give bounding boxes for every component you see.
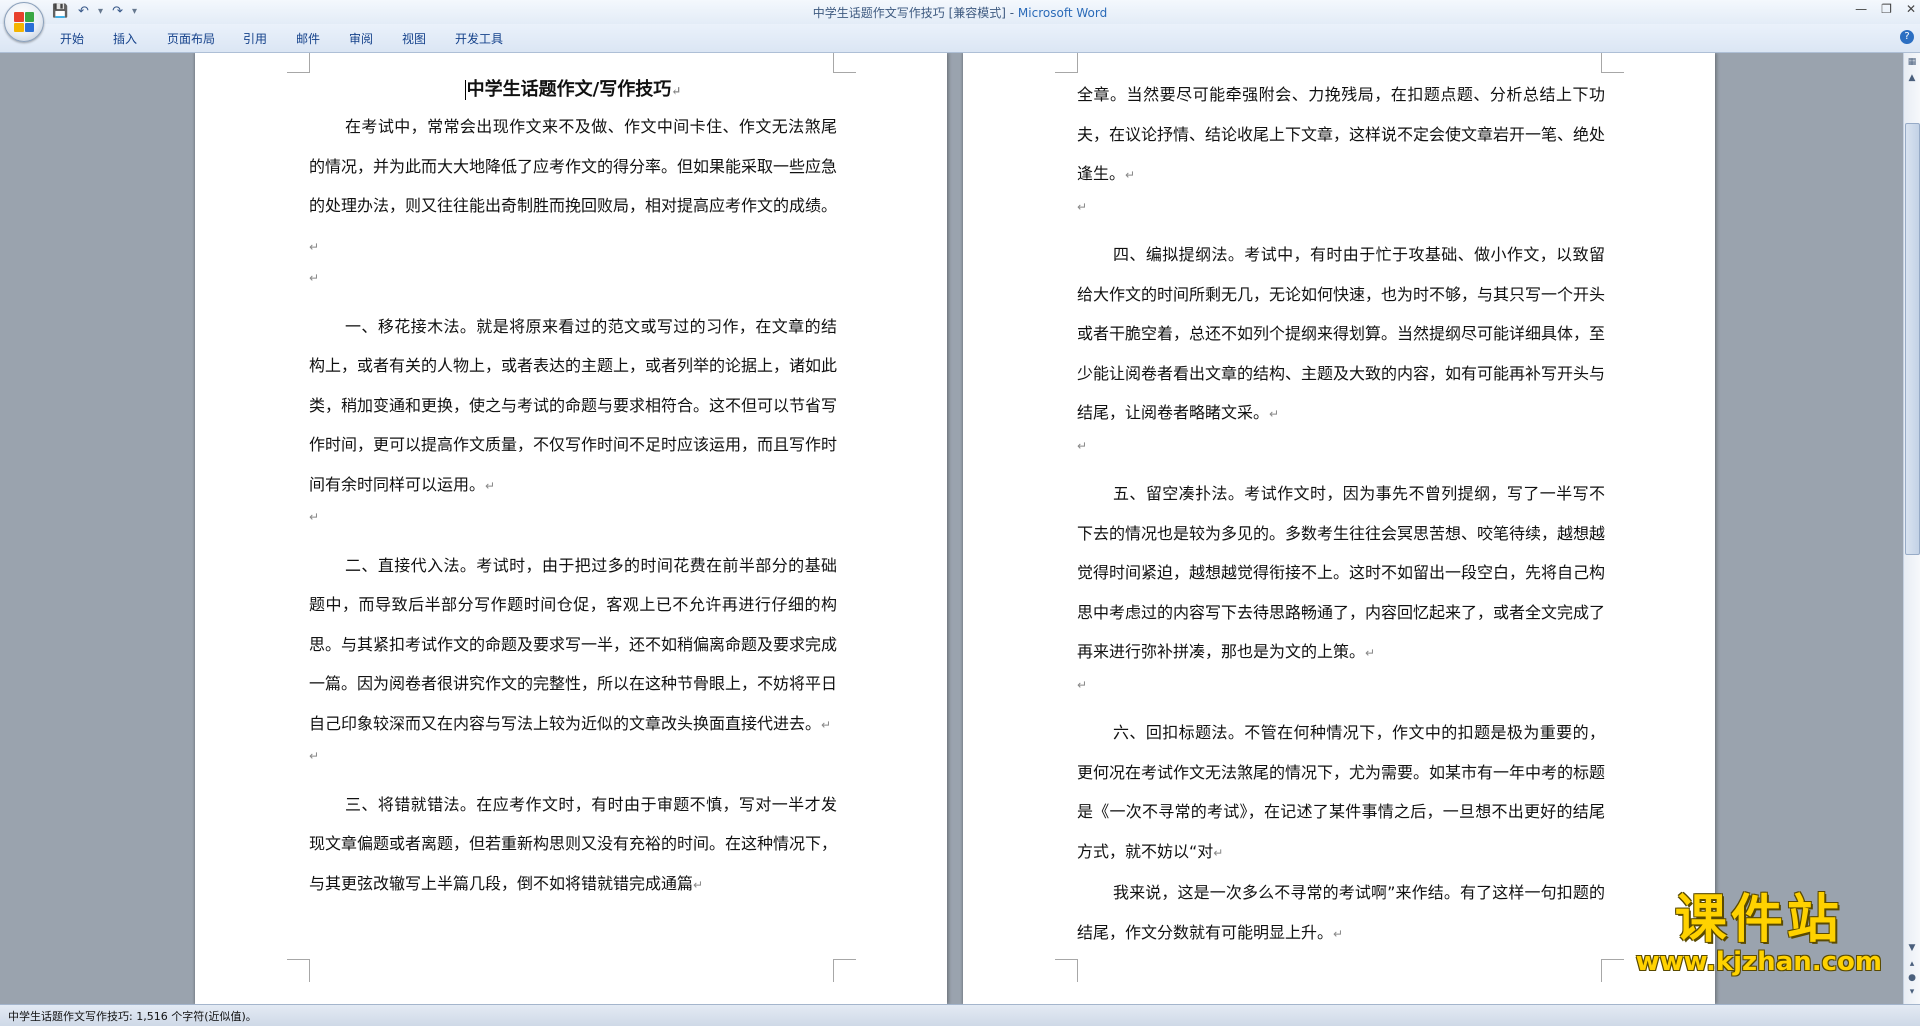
crop-mark [1601,959,1624,982]
paragraph-text: 六、回扣标题法。不管在何种情况下，作文中的扣题是极为重要的，更何况在考试作文无法… [1077,723,1606,861]
paragraph-mark: ↵ [693,877,704,892]
office-logo-icon [14,12,34,32]
document-title: 中学生话题作文写作技巧 [兼容模式] - [812,6,1018,20]
body-paragraph: 六、回扣标题法。不管在何种情况下，作文中的扣题是极为重要的，更何况在考试作文无法… [1077,713,1605,873]
restore-icon[interactable]: ❐ [1881,2,1892,16]
window-title: 中学生话题作文写作技巧 [兼容模式] - Microsoft Word [0,4,1920,21]
tab-insert[interactable]: 插入 [113,30,137,47]
paragraph-mark: ↵ [1125,168,1136,182]
empty-paragraph: ↵ [1077,674,1605,714]
paragraph-mark: ↵ [671,84,682,98]
crop-mark [1055,53,1078,73]
paragraph-mark: ↵ [309,271,320,285]
body-paragraph: 四、编拟提纲法。考试中，有时由于忙于攻基础、做小作文，以致留给大作文的时间所剩无… [1077,235,1605,435]
paragraph-mark: ↵ [1077,677,1088,692]
empty-paragraph: ↵ [309,506,837,546]
paragraph-mark: ↵ [1213,845,1224,860]
ruler-toggle-icon[interactable]: ▦ [1905,55,1919,69]
app-name: Microsoft Word [1017,6,1108,20]
paragraph-text: 三、将错就错法。在应考作文时，有时由于审题不慎，写对一半才发现文章偏题或者离题，… [309,794,838,893]
paragraph-mark: ↵ [1333,926,1344,941]
office-button[interactable] [4,2,44,42]
tab-developer[interactable]: 开发工具 [455,30,503,47]
paragraph-text: 二、直接代入法。考试时，由于把过多的时间花费在前半部分的基础题中，而导致后半部分… [309,555,838,733]
text-cursor [464,80,466,100]
crop-mark [833,959,856,982]
paragraph-text: 一、移花接木法。就是将原来看过的范文或写过的习作，在文章的结构上，或者有关的人物… [309,316,838,494]
paragraph-mark: ↵ [1365,646,1376,660]
paragraph-mark: ↵ [1269,407,1280,421]
document-heading: 中学生话题作文/写作技巧↵ [309,73,837,107]
crop-mark [287,53,310,73]
tab-home[interactable]: 开始 [60,30,84,47]
close-icon[interactable]: ✕ [1906,2,1916,16]
paragraph-mark: ↵ [309,239,320,254]
paragraph-mark: ↵ [309,749,320,763]
body-paragraph: 三、将错就错法。在应考作文时，有时由于审题不慎，写对一半才发现文章偏题或者离题，… [309,785,837,906]
paragraph-mark: ↵ [485,478,496,493]
tab-references[interactable]: 引用 [243,30,267,47]
empty-paragraph: ↵ [1077,196,1605,236]
page-1-content[interactable]: 中学生话题作文/写作技巧↵ 在考试中，常常会出现作文来不及做、作文中间卡住、作文… [309,73,837,905]
watermark-logo: 课件站 www.kjzhan.com [1636,892,1882,976]
body-paragraph: 全章。当然要尽可能牵强附会、力挽残局，在扣题点题、分析总结上下功夫，在议论抒情、… [1077,75,1605,196]
next-page-icon[interactable]: ▾ [1905,985,1919,999]
page-2-body: 全章。当然要尽可能牵强附会、力挽残局，在扣题点题、分析总结上下功夫，在议论抒情、… [1077,75,1605,954]
empty-paragraph: ↵ [309,267,837,307]
vertical-scrollbar[interactable]: ▦ ▲ ▼ ▴ ● ▾ [1903,53,1920,1004]
tab-review[interactable]: 审阅 [349,30,373,47]
tab-mailings[interactable]: 邮件 [296,30,320,47]
paragraph-mark: ↵ [1077,199,1088,214]
body-paragraph: 在考试中，常常会出现作文来不及做、作文中间卡住、作文无法煞尾的情况，并为此而大大… [309,107,837,267]
paragraph-mark: ↵ [309,510,320,524]
document-area[interactable]: 中学生话题作文/写作技巧↵ 在考试中，常常会出现作文来不及做、作文中间卡住、作文… [0,53,1904,1004]
page-2[interactable]: 全章。当然要尽可能牵强附会、力挽残局，在扣题点题、分析总结上下功夫，在议论抒情、… [963,53,1715,1004]
empty-paragraph: ↵ [309,745,837,785]
document-heading-text: 中学生话题作文/写作技巧 [466,79,672,100]
crop-mark [287,959,310,982]
ribbon-tabs: 开始 插入 页面布局 引用 邮件 审阅 视图 开发工具 ? [0,24,1920,53]
paragraph-text: 四、编拟提纲法。考试中，有时由于忙于攻基础、做小作文，以致留给大作文的时间所剩无… [1077,245,1606,422]
window-controls: — ❐ ✕ [1855,2,1916,16]
select-browse-object-icon[interactable]: ● [1905,971,1919,985]
page-2-content[interactable]: 全章。当然要尽可能牵强附会、力挽残局，在扣题点题、分析总结上下功夫，在议论抒情、… [1077,75,1605,954]
paragraph-mark: ↵ [821,717,832,732]
empty-paragraph: ↵ [1077,435,1605,475]
watermark-title: 课件站 [1674,890,1843,950]
body-paragraph: 一、移花接木法。就是将原来看过的范文或写过的习作，在文章的结构上，或者有关的人物… [309,307,837,507]
scroll-up-icon[interactable]: ▲ [1905,71,1919,85]
scroll-thumb[interactable] [1905,123,1920,555]
body-paragraph: 我来说，这是一次多么不寻常的考试啊”来作结。有了这样一句扣题的结尾，作文分数就有… [1077,873,1605,954]
status-bar: 中学生话题作文写作技巧: 1,516 个字符(近似值)。 [0,1004,1920,1026]
page-1-body: 在考试中，常常会出现作文来不及做、作文中间卡住、作文无法煞尾的情况，并为此而大大… [309,107,837,905]
watermark-url: www.kjzhan.com [1635,947,1882,977]
paragraph-text: 五、留空凑扑法。考试作文时，因为事先不曾列提纲，写了一半写不下去的情况也是较为多… [1077,484,1606,661]
word-count-status[interactable]: 中学生话题作文写作技巧: 1,516 个字符(近似值)。 [8,1008,257,1024]
paragraph-mark: ↵ [1077,438,1088,453]
crop-mark [833,53,856,73]
tab-view[interactable]: 视图 [402,30,426,47]
body-paragraph: 二、直接代入法。考试时，由于把过多的时间花费在前半部分的基础题中，而导致后半部分… [309,546,837,746]
previous-page-icon[interactable]: ▴ [1905,957,1919,971]
paragraph-text: 全章。当然要尽可能牵强附会、力挽残局，在扣题点题、分析总结上下功夫，在议论抒情、… [1077,85,1606,183]
minimize-icon[interactable]: — [1855,2,1867,16]
crop-mark [1601,53,1624,73]
title-bar: 💾 ↶ ▾ ↷ ▾ 中学生话题作文写作技巧 [兼容模式] - Microsoft… [0,0,1920,42]
body-paragraph: 五、留空凑扑法。考试作文时，因为事先不曾列提纲，写了一半写不下去的情况也是较为多… [1077,474,1605,674]
help-icon[interactable]: ? [1900,30,1914,44]
tab-page-layout[interactable]: 页面布局 [167,30,215,47]
scroll-down-icon[interactable]: ▼ [1905,941,1919,955]
paragraph-text: 在考试中，常常会出现作文来不及做、作文中间卡住、作文无法煞尾的情况，并为此而大大… [309,117,838,215]
crop-mark [1055,959,1078,982]
page-1[interactable]: 中学生话题作文/写作技巧↵ 在考试中，常常会出现作文来不及做、作文中间卡住、作文… [195,53,947,1004]
